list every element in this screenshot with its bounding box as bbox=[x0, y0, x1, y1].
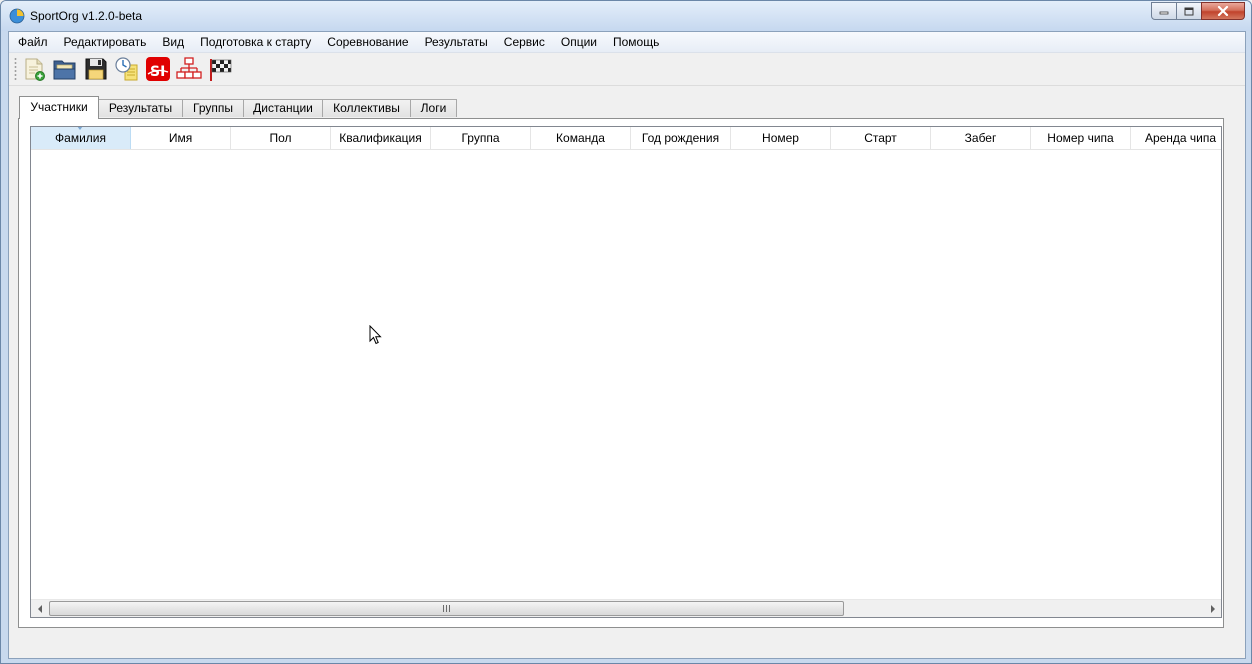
network-icon bbox=[176, 57, 202, 79]
sportident-button[interactable]: SI bbox=[145, 56, 171, 82]
column-header-start[interactable]: Старт bbox=[831, 127, 931, 149]
column-header-last-name[interactable]: Фамилия bbox=[31, 127, 131, 149]
menu-start-preparation[interactable]: Подготовка к старту bbox=[192, 32, 319, 52]
menu-bar: Файл Редактировать Вид Подготовка к стар… bbox=[9, 32, 1245, 53]
window-title: SportOrg v1.2.0-beta bbox=[30, 9, 143, 23]
minimize-icon bbox=[1159, 11, 1169, 15]
toolbar: SI bbox=[9, 53, 1245, 86]
column-header-first-name[interactable]: Имя bbox=[131, 127, 231, 149]
column-header-bib[interactable]: Номер bbox=[731, 127, 831, 149]
participants-tab-panel: Фамилия Имя Пол Квалификация Группа Кома… bbox=[18, 118, 1224, 628]
arrow-left-icon bbox=[37, 604, 42, 613]
minimize-button[interactable] bbox=[1151, 2, 1177, 20]
time-clock-icon bbox=[115, 57, 138, 81]
menu-view[interactable]: Вид bbox=[154, 32, 192, 52]
column-header-gender[interactable]: Пол bbox=[231, 127, 331, 149]
app-window: SportOrg v1.2.0-beta Файл Редактировать … bbox=[0, 0, 1252, 664]
menu-file[interactable]: Файл bbox=[9, 32, 56, 52]
horizontal-scrollbar[interactable] bbox=[31, 599, 1221, 617]
scroll-right-button[interactable] bbox=[1204, 600, 1221, 617]
column-header-group[interactable]: Группа bbox=[431, 127, 531, 149]
time-button[interactable] bbox=[114, 56, 140, 82]
new-file-icon bbox=[25, 58, 45, 81]
menu-options[interactable]: Опции bbox=[553, 32, 605, 52]
tab-courses[interactable]: Дистанции bbox=[243, 99, 323, 117]
tab-results[interactable]: Результаты bbox=[98, 99, 183, 117]
maximize-button[interactable] bbox=[1176, 2, 1202, 20]
menu-service[interactable]: Сервис bbox=[496, 32, 553, 52]
column-header-chip-rental[interactable]: Аренда чипа bbox=[1131, 127, 1221, 149]
open-folder-icon bbox=[53, 60, 76, 80]
close-icon bbox=[1217, 6, 1229, 16]
finish-flag-icon bbox=[210, 59, 232, 81]
scroll-left-button[interactable] bbox=[31, 600, 48, 617]
menu-competition[interactable]: Соревнование bbox=[319, 32, 416, 52]
arrow-right-icon bbox=[1210, 604, 1215, 613]
save-disk-icon bbox=[85, 58, 107, 80]
new-file-button[interactable] bbox=[21, 56, 47, 82]
network-button[interactable] bbox=[176, 56, 202, 82]
mouse-cursor-icon bbox=[369, 325, 382, 345]
finish-button[interactable] bbox=[207, 56, 233, 82]
tab-groups[interactable]: Группы bbox=[182, 99, 244, 117]
column-header-label: Фамилия bbox=[55, 131, 106, 145]
open-file-button[interactable] bbox=[52, 56, 78, 82]
column-header-heat[interactable]: Забег bbox=[931, 127, 1031, 149]
window-controls bbox=[1151, 2, 1245, 20]
maximize-icon bbox=[1184, 7, 1194, 15]
grip-icon bbox=[443, 605, 451, 612]
toolbar-grip[interactable] bbox=[14, 57, 17, 81]
column-header-birth-year[interactable]: Год рождения bbox=[631, 127, 731, 149]
column-header-chip-number[interactable]: Номер чипа bbox=[1031, 127, 1131, 149]
scrollbar-thumb[interactable] bbox=[49, 601, 844, 616]
menu-help[interactable]: Помощь bbox=[605, 32, 667, 52]
title-bar[interactable]: SportOrg v1.2.0-beta bbox=[1, 1, 1251, 31]
column-header-team[interactable]: Команда bbox=[531, 127, 631, 149]
tab-teams[interactable]: Коллективы bbox=[322, 99, 411, 117]
table-header: Фамилия Имя Пол Квалификация Группа Кома… bbox=[31, 127, 1221, 150]
sort-indicator-icon bbox=[77, 127, 83, 130]
svg-text:SI: SI bbox=[150, 64, 165, 80]
save-button[interactable] bbox=[83, 56, 109, 82]
main-window-content: Файл Редактировать Вид Подготовка к стар… bbox=[8, 31, 1246, 659]
status-bar bbox=[9, 630, 1245, 658]
tab-participants[interactable]: Участники bbox=[19, 96, 99, 119]
menu-edit[interactable]: Редактировать bbox=[56, 32, 155, 52]
menu-results[interactable]: Результаты bbox=[417, 32, 496, 52]
tab-logs[interactable]: Логи bbox=[410, 99, 457, 117]
close-button[interactable] bbox=[1201, 2, 1245, 20]
participants-table[interactable]: Фамилия Имя Пол Квалификация Группа Кома… bbox=[30, 126, 1222, 618]
sportident-icon: SI bbox=[146, 57, 170, 81]
column-header-qualification[interactable]: Квалификация bbox=[331, 127, 431, 149]
app-logo-icon bbox=[9, 8, 25, 24]
